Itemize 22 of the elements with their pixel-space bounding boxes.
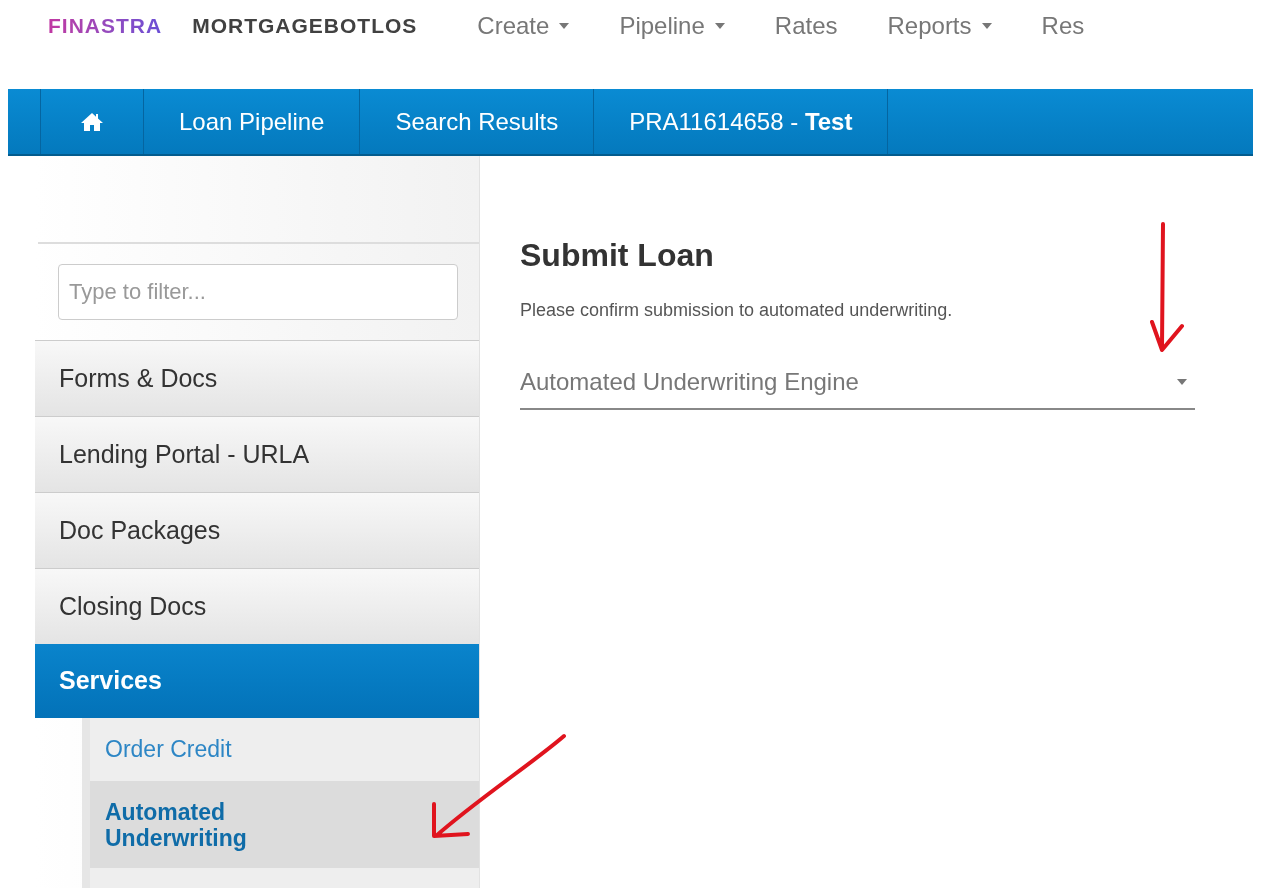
page-title: Submit Loan — [520, 236, 715, 275]
sidebar-item[interactable]: Forms & Docs — [35, 340, 479, 416]
breadcrumb-link[interactable]: Search Results — [360, 89, 594, 154]
sidebar-subitem[interactable]: Automated Underwriting — [90, 781, 479, 868]
sidebar-item[interactable]: Services — [35, 644, 479, 718]
breadcrumb-link[interactable]: PRA11614658 - Test — [594, 89, 888, 154]
nav-menu-item[interactable]: Rates — [774, 8, 838, 44]
breadcrumb-link[interactable]: Loan Pipeline — [144, 89, 360, 154]
product-name: MORTGAGEBOTLOS — [192, 13, 418, 40]
nav-menu-item[interactable]: Create — [477, 8, 570, 44]
nav-menu-item[interactable]: Res — [1041, 8, 1085, 44]
home-icon — [80, 111, 104, 132]
nav-menu-item[interactable]: Pipeline — [619, 8, 725, 44]
sidebar-item[interactable]: Doc Packages — [35, 492, 479, 568]
engine-select[interactable]: Automated Underwriting Engine — [520, 364, 1195, 410]
sidebar-item[interactable]: Closing Docs — [35, 568, 479, 644]
sidebar-subitem[interactable]: Order Credit — [90, 718, 479, 781]
nav-menu-item[interactable]: Reports — [887, 8, 992, 44]
description-text: Please confirm submission to automated underwriting. — [520, 299, 954, 322]
caret-icon — [1177, 379, 1187, 385]
sidebar-item[interactable]: Lending Portal - URLA — [35, 416, 479, 492]
filter-field[interactable]: Type to filter... — [58, 264, 458, 320]
